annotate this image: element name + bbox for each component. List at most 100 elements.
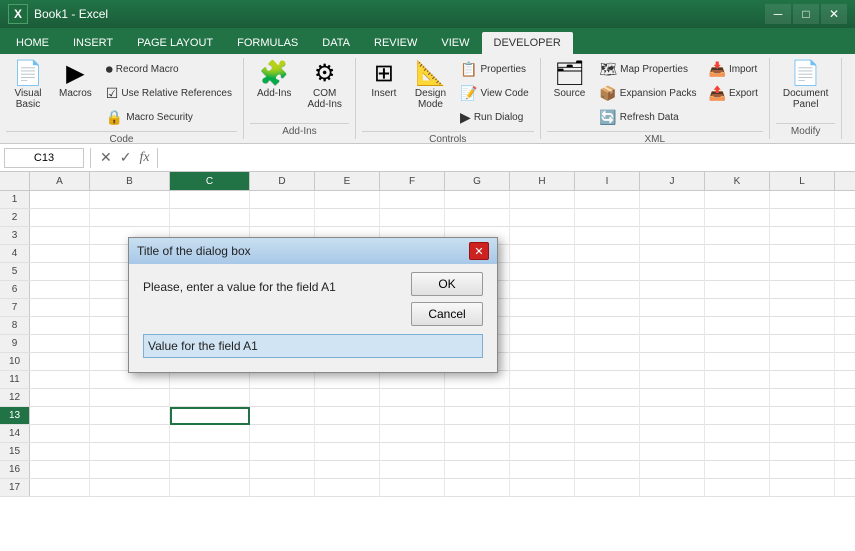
macro-security-icon: 🔒 [106, 109, 123, 126]
insert-button[interactable]: ⊞ Insert [362, 58, 406, 103]
code-small-buttons: ⏺ Record Macro ☑ Use Relative References… [101, 58, 237, 129]
map-properties-label: Map Properties [620, 64, 688, 75]
macros-icon: ▶ [66, 62, 84, 86]
ribbon-tab-bar: HOME INSERT PAGE LAYOUT FORMULAS DATA RE… [0, 28, 855, 54]
export-button[interactable]: 📤 Export [704, 82, 763, 105]
controls-small-buttons: 📋 Properties 📝 View Code ▶ Run Dialog [455, 58, 534, 129]
tab-insert[interactable]: INSERT [61, 32, 125, 54]
tab-data[interactable]: DATA [310, 32, 362, 54]
document-panel-icon: 📄 [791, 62, 821, 86]
design-mode-icon: 📐 [416, 62, 446, 86]
run-dialog-button[interactable]: ▶ Run Dialog [455, 106, 534, 129]
relative-ref-label: Use Relative References [121, 88, 232, 99]
view-code-button[interactable]: 📝 View Code [455, 82, 534, 105]
add-ins-label: Add-Ins [257, 88, 291, 99]
source-label: Source [554, 88, 586, 99]
insert-function-button[interactable]: fx [136, 150, 152, 166]
dialog-cancel-button[interactable]: Cancel [411, 302, 483, 326]
dialog-box: Title of the dialog box ✕ Please, enter … [128, 237, 498, 373]
dialog-input[interactable] [143, 334, 483, 358]
properties-button[interactable]: 📋 Properties [455, 58, 534, 81]
ribbon-group-xml: 🗂 Source 🗺 Map Properties 📦 Expansion Pa… [541, 58, 770, 139]
source-button[interactable]: 🗂 Source [547, 58, 593, 103]
xml-import-export: 📥 Import 📤 Export [704, 58, 763, 105]
relative-reference-button[interactable]: ☑ Use Relative References [101, 82, 237, 105]
document-panel-button[interactable]: 📄 DocumentPanel [776, 58, 836, 114]
macros-button[interactable]: ▶ Macros [52, 58, 99, 103]
visual-basic-icon: 📄 [13, 62, 43, 86]
formula-input[interactable] [157, 148, 851, 168]
properties-label: Properties [480, 64, 526, 75]
import-button[interactable]: 📥 Import [704, 58, 763, 81]
insert-label: Insert [371, 88, 396, 99]
close-button[interactable]: ✕ [821, 4, 847, 24]
dialog-body: Please, enter a value for the field A1 O… [129, 264, 497, 372]
map-properties-button[interactable]: 🗺 Map Properties [594, 58, 701, 81]
visual-basic-button[interactable]: 📄 VisualBasic [6, 58, 50, 114]
dialog-overlay: Title of the dialog box ✕ Please, enter … [0, 172, 855, 497]
dialog-input-area [143, 334, 483, 358]
refresh-data-button[interactable]: 🔄 Refresh Data [594, 106, 701, 129]
dialog-buttons: OK Cancel [411, 272, 483, 326]
tab-formulas[interactable]: FORMULAS [225, 32, 310, 54]
macro-security-button[interactable]: 🔒 Macro Security [101, 106, 237, 129]
controls-content: ⊞ Insert 📐 DesignMode 📋 Properties 📝 Vie… [362, 58, 534, 129]
ribbon-group-code: 📄 VisualBasic ▶ Macros ⏺ Record Macro ☑ … [0, 58, 244, 139]
app-icon: X [8, 4, 28, 24]
window-title: Book1 - Excel [34, 7, 765, 21]
design-mode-label: DesignMode [415, 88, 446, 110]
insert-icon: ⊞ [374, 62, 394, 86]
record-macro-icon: ⏺ [106, 61, 113, 78]
dialog-message: Please, enter a value for the field A1 [143, 280, 383, 294]
controls-group-label: Controls [362, 131, 534, 147]
run-dialog-icon: ▶ [460, 109, 471, 126]
export-icon: 📤 [709, 85, 726, 102]
export-label: Export [729, 88, 758, 99]
modify-content: 📄 DocumentPanel [776, 58, 836, 121]
expansion-packs-icon: 📦 [599, 85, 616, 102]
properties-icon: 📋 [460, 61, 477, 78]
com-add-ins-button[interactable]: ⚙ COMAdd-Ins [300, 58, 348, 114]
import-label: Import [729, 64, 757, 75]
expansion-packs-button[interactable]: 📦 Expansion Packs [594, 82, 701, 105]
tab-developer[interactable]: DEVELOPER [482, 32, 573, 54]
run-dialog-label: Run Dialog [474, 112, 523, 123]
visual-basic-label: VisualBasic [14, 88, 41, 110]
maximize-button[interactable]: □ [793, 4, 819, 24]
com-add-ins-icon: ⚙ [314, 62, 336, 86]
ribbon-group-addins: 🧩 Add-Ins ⚙ COMAdd-Ins Add-Ins [244, 58, 356, 139]
xml-content: 🗂 Source 🗺 Map Properties 📦 Expansion Pa… [547, 58, 763, 129]
title-bar: X Book1 - Excel ─ □ ✕ [0, 0, 855, 28]
expansion-packs-label: Expansion Packs [620, 88, 697, 99]
dialog-ok-button[interactable]: OK [411, 272, 483, 296]
relative-ref-icon: ☑ [106, 85, 119, 102]
name-box[interactable] [4, 148, 84, 168]
addins-group-label: Add-Ins [250, 123, 349, 139]
map-properties-icon: 🗺 [599, 61, 617, 78]
dialog-title-bar: Title of the dialog box ✕ [129, 238, 497, 264]
tab-view[interactable]: VIEW [429, 32, 481, 54]
tab-review[interactable]: REVIEW [362, 32, 429, 54]
macro-security-label: Macro Security [126, 112, 193, 123]
document-panel-label: DocumentPanel [783, 88, 829, 110]
dialog-close-button[interactable]: ✕ [469, 242, 489, 260]
design-mode-button[interactable]: 📐 DesignMode [408, 58, 453, 114]
ribbon-group-code-content: 📄 VisualBasic ▶ Macros ⏺ Record Macro ☑ … [6, 58, 237, 129]
source-icon: 🗂 [554, 62, 584, 86]
cancel-formula-button[interactable]: ✕ [97, 149, 115, 166]
record-macro-label: Record Macro [116, 64, 179, 75]
minimize-button[interactable]: ─ [765, 4, 791, 24]
view-code-label: View Code [480, 88, 528, 99]
confirm-formula-button[interactable]: ✓ [117, 149, 135, 166]
formula-bar: ✕ ✓ fx [0, 144, 855, 172]
modify-group-label: Modify [776, 123, 836, 139]
sheet-container: A B C D E F G H I J K L M 1 2 3 4 5 6 7 … [0, 172, 855, 497]
xml-small-buttons: 🗺 Map Properties 📦 Expansion Packs 🔄 Ref… [594, 58, 701, 129]
ribbon-group-controls: ⊞ Insert 📐 DesignMode 📋 Properties 📝 Vie… [356, 58, 541, 139]
add-ins-button[interactable]: 🧩 Add-Ins [250, 58, 298, 103]
record-macro-button[interactable]: ⏺ Record Macro [101, 58, 237, 81]
tab-page-layout[interactable]: PAGE LAYOUT [125, 32, 225, 54]
ribbon: 📄 VisualBasic ▶ Macros ⏺ Record Macro ☑ … [0, 54, 855, 144]
refresh-data-icon: 🔄 [599, 109, 616, 126]
tab-home[interactable]: HOME [4, 32, 61, 54]
